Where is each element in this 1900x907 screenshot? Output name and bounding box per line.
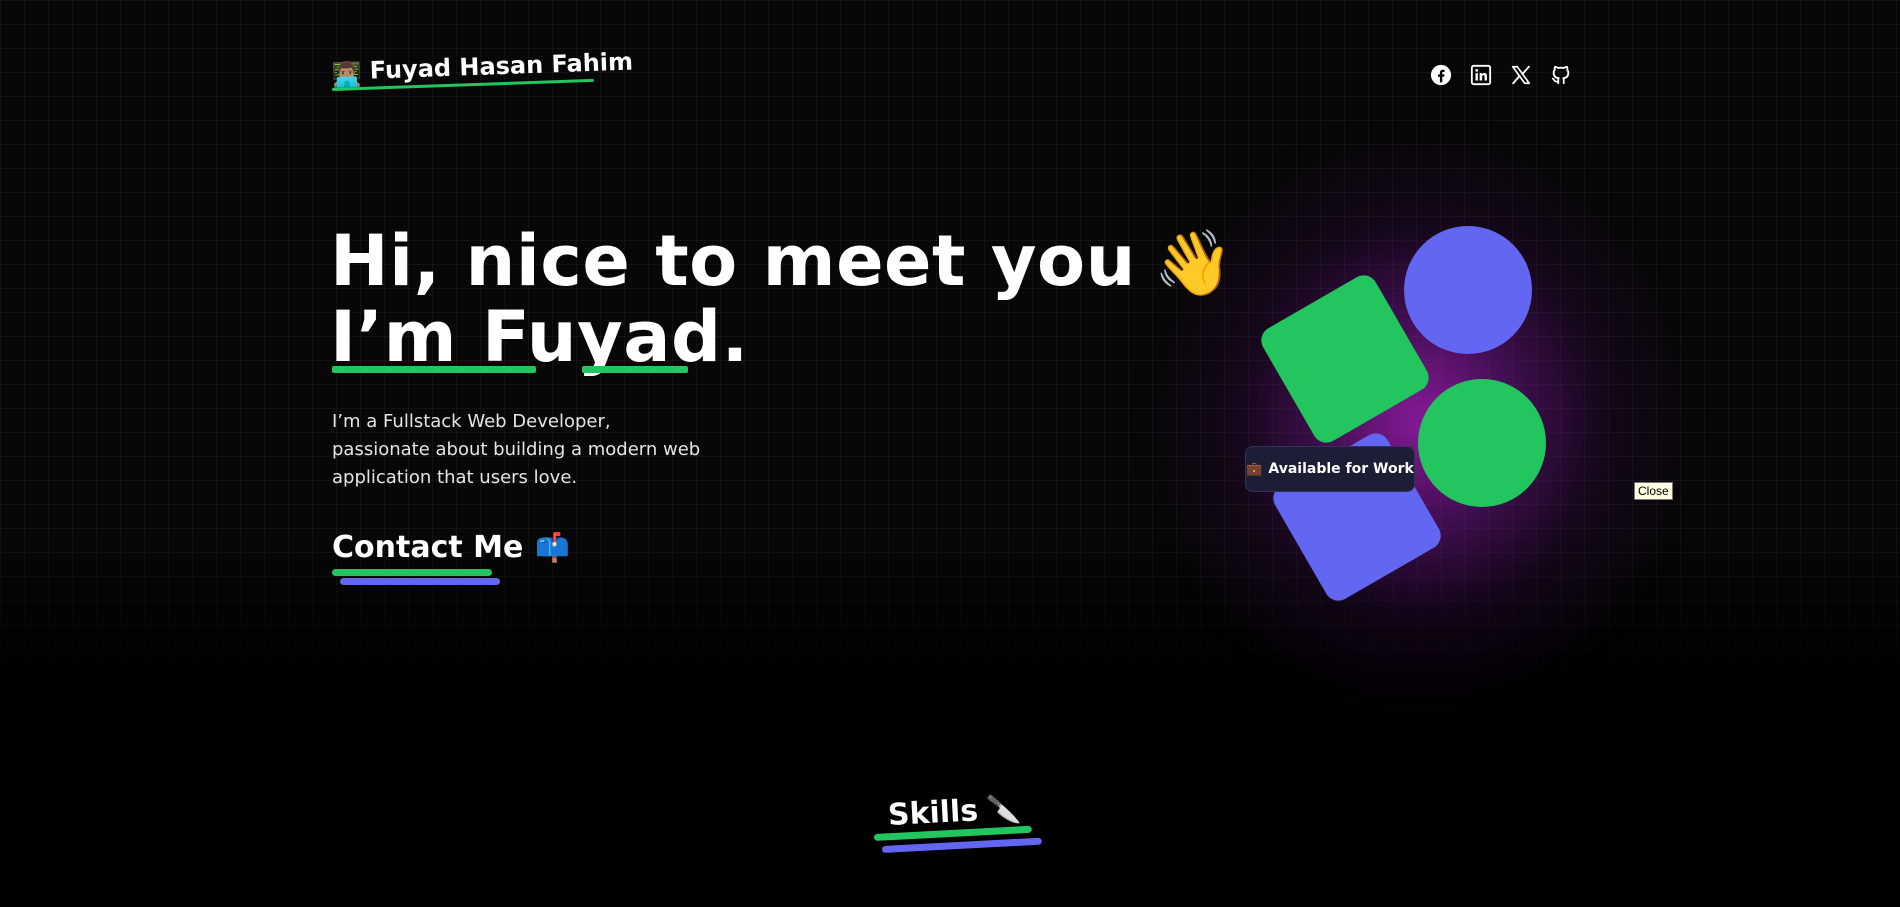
contact-underline-green xyxy=(332,569,492,576)
social-links xyxy=(1430,64,1572,86)
contact-me-label: Contact Me xyxy=(332,530,524,565)
contact-underline-indigo xyxy=(340,578,500,585)
developer-emoji-icon: 👨🏽‍💻 xyxy=(331,59,363,89)
skills-label: Skills xyxy=(887,793,980,833)
purple-glow xyxy=(1140,120,1700,720)
hero-heading-line1: Hi, nice to meet you 👋 xyxy=(330,222,1234,303)
indigo-circle-shape xyxy=(1404,226,1532,354)
available-for-work-badge[interactable]: 💼 Available for Work xyxy=(1245,446,1415,492)
name-underline xyxy=(582,366,688,373)
github-icon[interactable] xyxy=(1550,64,1572,86)
facebook-icon[interactable] xyxy=(1430,64,1452,86)
x-icon[interactable] xyxy=(1510,64,1532,86)
skills-underline-indigo xyxy=(881,837,1042,853)
linkedin-icon[interactable] xyxy=(1470,64,1492,86)
waving-hand-icon: 👋 xyxy=(1153,227,1235,301)
green-circle-shape xyxy=(1418,379,1546,507)
hero-greeting: Hi, nice to meet you xyxy=(330,220,1136,302)
badge-label: Available for Work xyxy=(1268,461,1414,477)
contact-me-button[interactable]: Contact Me 📫 xyxy=(332,530,570,565)
briefcase-icon: 💼 xyxy=(1246,461,1263,477)
knife-icon: 🔪 xyxy=(985,792,1022,827)
hero-description: I’m a Fullstack Web Developer, passionat… xyxy=(332,411,701,488)
close-tooltip: Close xyxy=(1634,482,1673,500)
name-underline xyxy=(332,366,536,373)
hero-heading-line2: I’m Fuyad. xyxy=(330,296,749,378)
mailbox-icon: 📫 xyxy=(535,531,571,564)
